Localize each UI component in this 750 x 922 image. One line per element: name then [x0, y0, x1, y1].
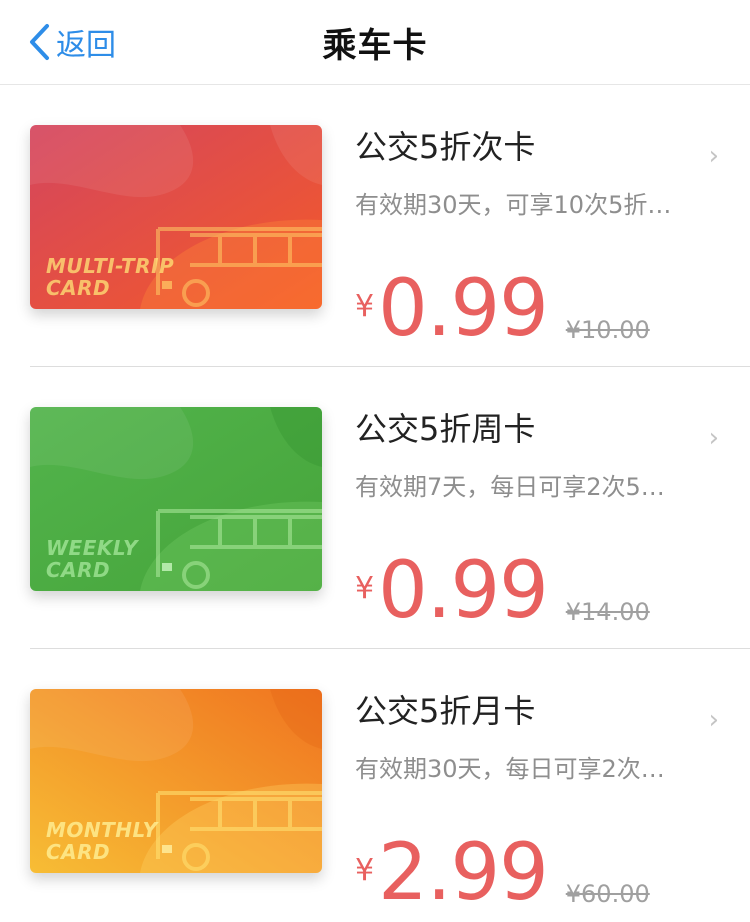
list-item[interactable]: MONTHLY CARD 公交5折月卡 › 有效期30天，每日可享2次… ¥ 2… — [0, 649, 750, 922]
item-info: 公交5折月卡 › 有效期30天，每日可享2次… ¥ 2.99 ¥60.00 — [355, 689, 725, 912]
original-price: ¥14.00 — [565, 598, 650, 626]
item-description: 有效期30天，每日可享2次… — [355, 755, 665, 783]
item-description: 有效期7天，每日可享2次5… — [355, 473, 665, 501]
currency-symbol: ¥ — [355, 571, 375, 606]
currency-symbol: ¥ — [355, 289, 375, 324]
original-price: ¥60.00 — [565, 880, 650, 908]
card-caption: MULTI-TRIP CARD — [46, 254, 175, 300]
price: 0.99 — [378, 264, 549, 354]
chevron-right-icon: › — [708, 141, 719, 171]
item-title: 公交5折月卡 — [355, 692, 536, 730]
chevron-right-icon: › — [708, 423, 719, 453]
item-title: 公交5折次卡 — [355, 128, 536, 166]
price-row: ¥ 2.99 ¥60.00 — [355, 834, 650, 912]
nav-bar: 返回 乘车卡 — [0, 0, 750, 85]
item-description: 有效期30天，可享10次5折… — [355, 191, 672, 219]
currency-symbol: ¥ — [355, 853, 375, 888]
price-row: ¥ 0.99 ¥14.00 — [355, 552, 650, 630]
card-caption: WEEKLY CARD — [46, 536, 138, 582]
list-item[interactable]: MULTI-TRIP CARD 公交5折次卡 › 有效期30天，可享10次5折…… — [0, 85, 750, 367]
price: 2.99 — [378, 828, 549, 918]
card-caption: MONTHLY CARD — [46, 818, 158, 864]
original-price: ¥10.00 — [565, 316, 650, 344]
item-info: 公交5折周卡 › 有效期7天，每日可享2次5… ¥ 0.99 ¥14.00 — [355, 407, 725, 630]
item-info: 公交5折次卡 › 有效期30天，可享10次5折… ¥ 0.99 ¥10.00 — [355, 125, 725, 348]
card-image-monthly: MONTHLY CARD — [30, 689, 322, 873]
list-item[interactable]: WEEKLY CARD 公交5折周卡 › 有效期7天，每日可享2次5… ¥ 0.… — [0, 367, 750, 649]
card-image-weekly: WEEKLY CARD — [30, 407, 322, 591]
item-title: 公交5折周卡 — [355, 410, 536, 448]
card-image-multi-trip: MULTI-TRIP CARD — [30, 125, 322, 309]
price-row: ¥ 0.99 ¥10.00 — [355, 270, 650, 348]
chevron-right-icon: › — [708, 705, 719, 735]
page-title: 乘车卡 — [322, 26, 428, 66]
price: 0.99 — [378, 546, 549, 636]
